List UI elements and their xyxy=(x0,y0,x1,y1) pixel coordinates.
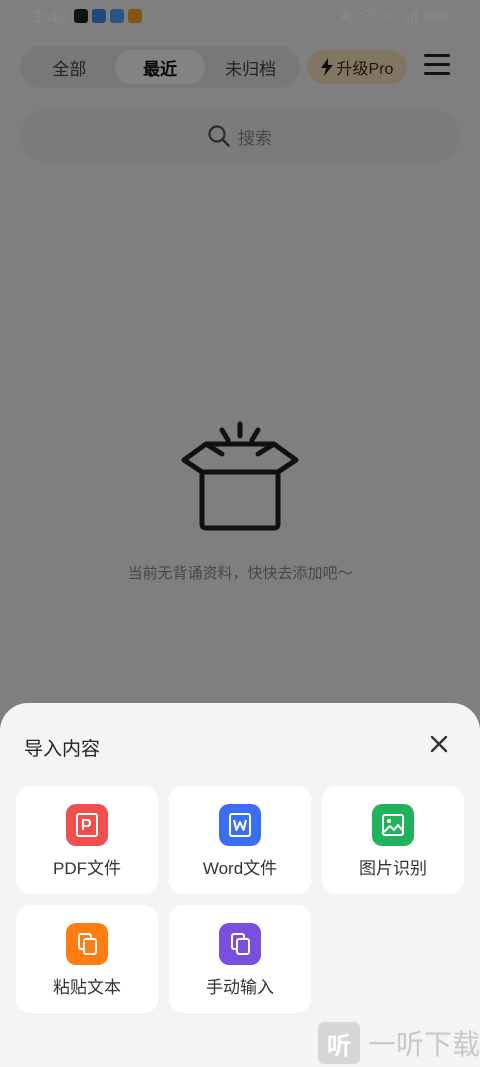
manual-input-icon xyxy=(219,923,261,965)
image-recognition-button[interactable]: 图片识别 xyxy=(322,786,464,894)
close-icon[interactable] xyxy=(428,733,450,755)
watermark-text: 一听下载 xyxy=(368,1029,480,1060)
site-watermark: 听 一听下载 xyxy=(318,1022,480,1064)
sheet-title: 导入内容 xyxy=(24,739,101,760)
paste-text-button[interactable]: 粘贴文本 xyxy=(16,905,158,1013)
manual-input-label: 手动输入 xyxy=(206,978,274,997)
import-word-label: Word文件 xyxy=(202,859,278,878)
paste-text-label: 粘贴文本 xyxy=(53,978,121,997)
manual-input-button[interactable]: 手动输入 xyxy=(169,905,311,1013)
paste-icon xyxy=(66,923,108,965)
watermark-logo: 听 xyxy=(318,1022,360,1064)
image-recognition-label: 图片识别 xyxy=(359,859,427,878)
word-icon xyxy=(219,804,261,846)
import-pdf-button[interactable]: PDF文件 xyxy=(16,786,158,894)
import-pdf-label: PDF文件 xyxy=(53,859,121,878)
import-word-button[interactable]: Word文件 xyxy=(169,786,311,894)
image-icon xyxy=(372,804,414,846)
import-sheet: 导入内容 PDF文件 Word文件 图片识别 粘贴文本 手动输入 xyxy=(0,703,480,1067)
pdf-icon xyxy=(66,804,108,846)
